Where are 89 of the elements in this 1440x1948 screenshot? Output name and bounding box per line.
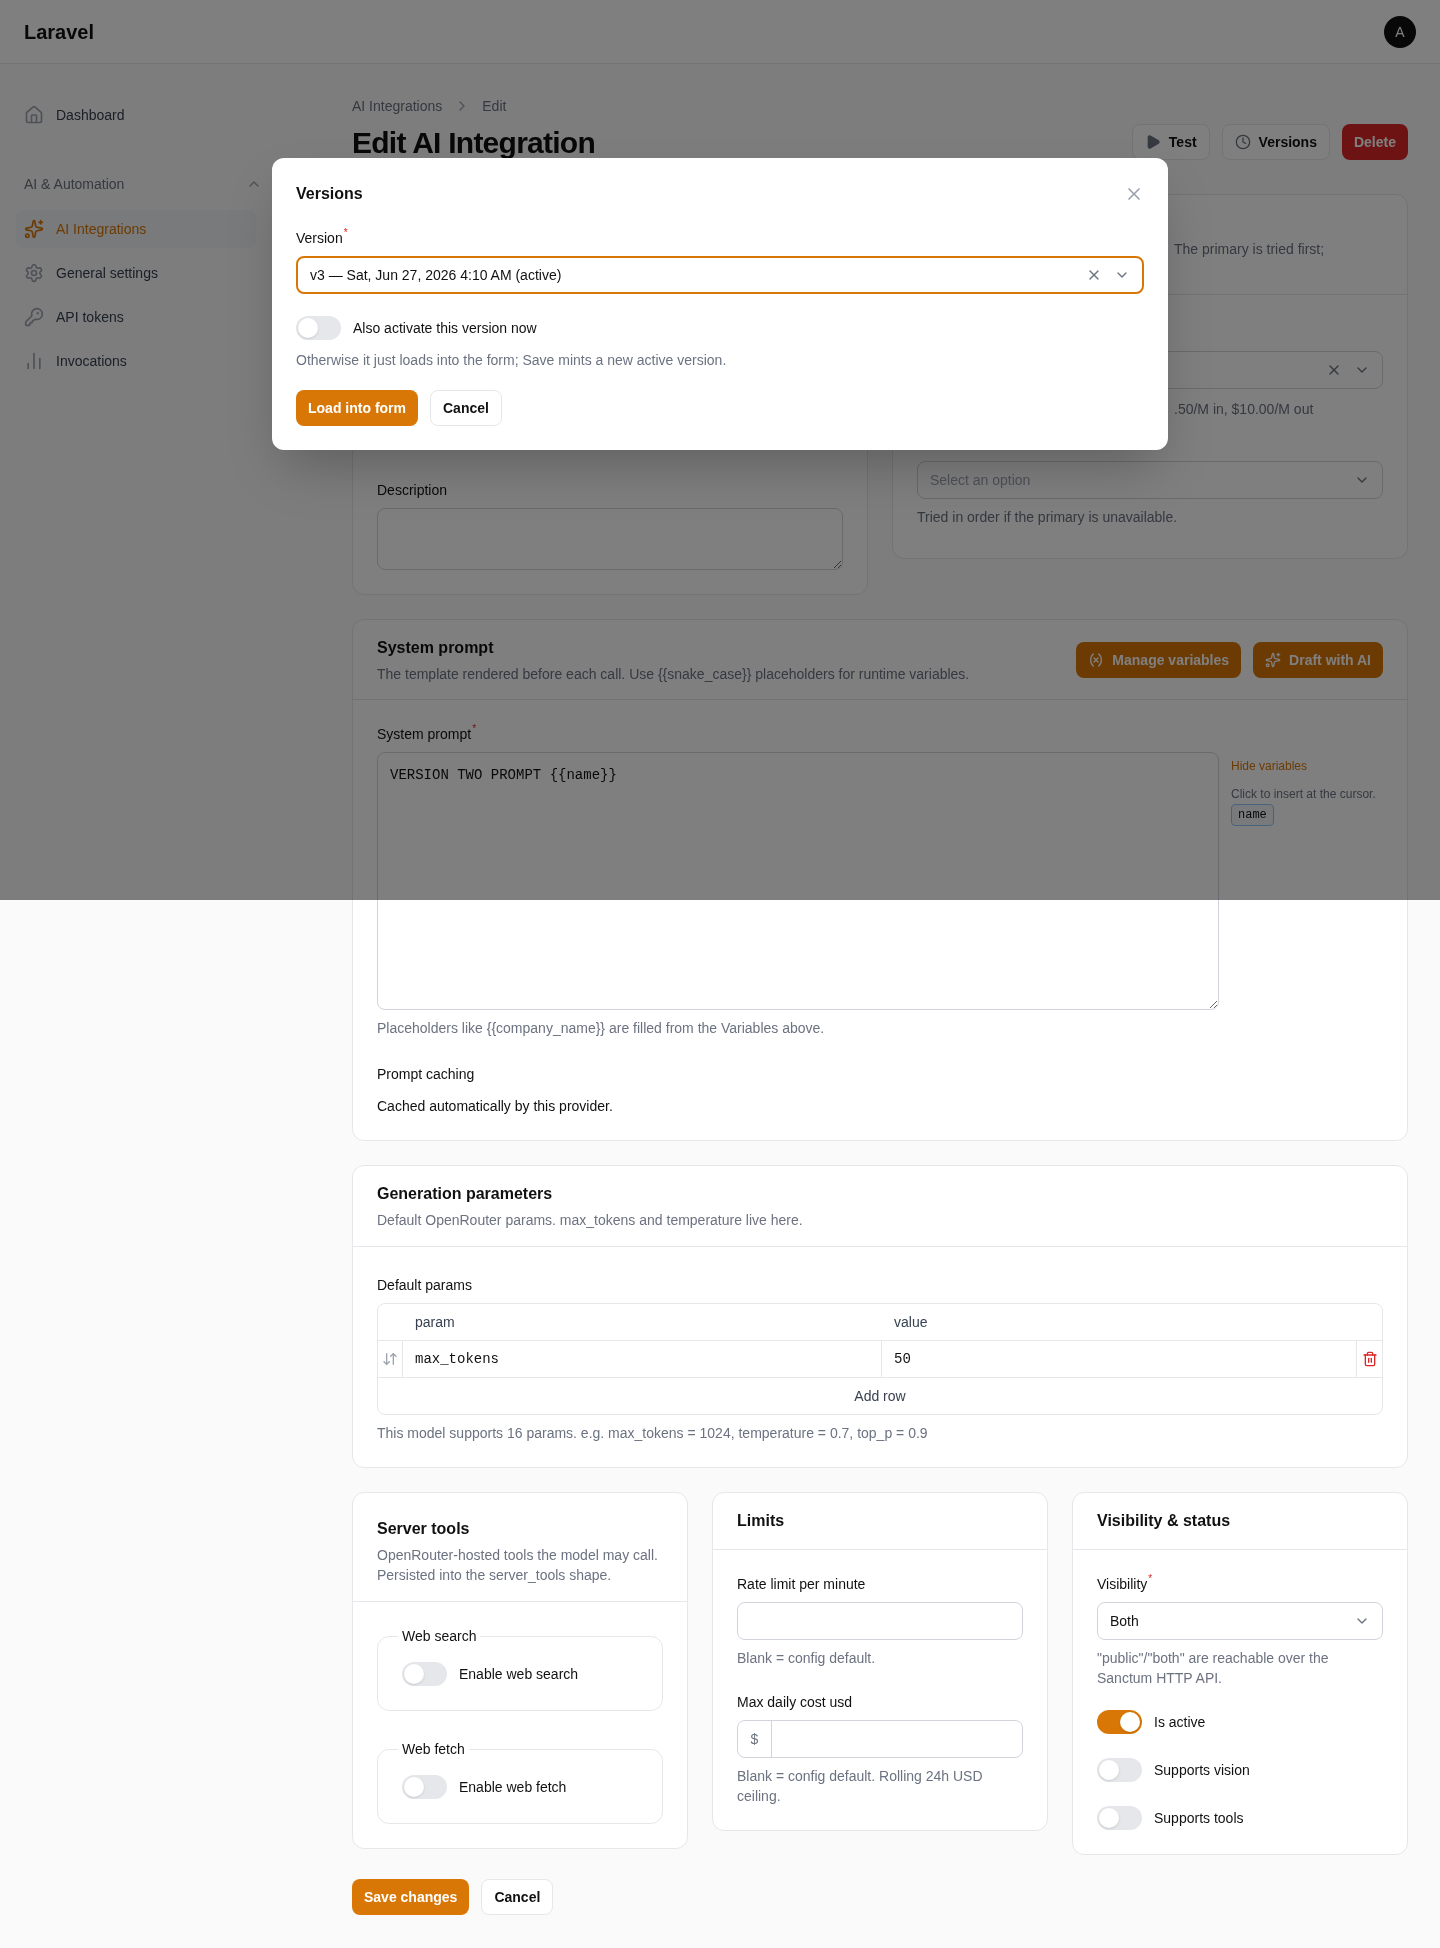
caching-text: Cached automatically by this provider. [377,1097,614,1116]
home-icon [24,105,44,125]
required-mark: * [472,724,477,734]
toggle-label: Enable web fetch [459,1778,567,1797]
field-hint: "public"/"both" are reachable over the Sanctum HTTP API. [1097,1649,1330,1688]
sidebar-item[interactable]: General settings [16,254,256,292]
field-label: System prompt [377,725,472,744]
toggle-switch[interactable] [402,1662,447,1686]
card-title: System prompt [377,637,495,658]
currency-prefix: $ [738,1721,772,1757]
toggle-switch[interactable] [402,1775,447,1799]
column-header: value [893,1313,929,1332]
field-label: Version [296,229,343,248]
gear-icon [24,263,44,283]
field-label: Rate limit per minute [737,1575,866,1594]
cancel-button[interactable]: Cancel [430,390,502,426]
sparkles-icon [24,219,44,239]
toggle-label: Is active [1154,1713,1206,1732]
hide-variables-link[interactable]: Hide variables [1231,758,1308,774]
toggle-switch[interactable] [1097,1758,1142,1782]
cost-field[interactable]: $ [737,1720,1023,1758]
fieldset-legend: Web fetch [398,1739,469,1759]
card-title: Visibility & status [1097,1511,1231,1531]
toggle-switch[interactable] [1097,1806,1142,1830]
avatar[interactable]: A [1384,15,1416,48]
cancel-button[interactable]: Cancel [481,1879,554,1915]
description-field[interactable] [377,508,843,570]
bar-chart-icon [24,351,44,371]
add-row-button[interactable]: Add row [378,1378,1382,1414]
dialog-title: Versions [296,184,363,204]
toggle-label: Also activate this version now [353,319,537,338]
rate-limit-field[interactable] [737,1602,1023,1640]
required-mark: * [343,228,348,238]
save-button[interactable]: Save changes [352,1879,470,1915]
field-label: Visibility [1097,1575,1148,1594]
card-description: The template rendered before each call. Use {{snake_case}} placeholders for runtime variables. [377,664,970,684]
field-label: Default params [377,1276,472,1295]
sidebar-item[interactable]: Invocations [16,342,256,380]
key-icon [24,307,44,327]
sidebar-item[interactable]: AI Integrations [16,210,256,248]
reorder-icon[interactable] [382,1351,398,1367]
toggle-label: Enable web search [459,1665,579,1684]
sidebar-item[interactable]: API tokens [16,298,256,336]
toolbar-button[interactable]: Versions [1221,124,1330,160]
delete-button[interactable]: Delete [1341,124,1408,160]
table-cell[interactable]: max_tokens [403,1341,882,1377]
toggle-switch[interactable] [1097,1710,1142,1734]
field-hint: Tried in order if the primary is unavailable. [917,508,1179,527]
variables-hint: Click to insert at the cursor. [1231,786,1376,802]
card-description: Default OpenRouter params. max_tokens and temperature live here. [377,1211,804,1230]
sparkles-icon [1265,651,1282,668]
required-mark: * [1148,1574,1153,1584]
breadcrumb-link[interactable]: Edit [482,96,507,116]
variable-chip[interactable]: name [1231,804,1274,826]
field-hint: Blank = config default. [737,1649,877,1668]
system-prompt-field[interactable]: VERSION TWO PROMPT {{name}} [377,752,1219,1010]
card-description: The primary is tried first; [1174,241,1325,257]
field-hint: This model supports 16 params. e.g. max_tokens = 1024, temperature = 0.7, top_p = 0.9 [377,1424,929,1443]
breadcrumb-link[interactable]: AI Integrations [352,96,443,116]
version-select[interactable]: v3 — Sat, Jun 27, 2026 4:10 AM (active) [296,256,1144,294]
toggle-label: Supports vision [1154,1761,1250,1780]
pricing-text: .50/M in, $10.00/M out [1174,401,1314,417]
manage-variables-button[interactable]: Manage variables [1076,641,1242,678]
column-header: param [414,1313,456,1332]
sidebar-group-title: AI & Automation [24,175,125,194]
draft-with-ai-button[interactable]: Draft with AI [1253,641,1383,678]
table-cell[interactable]: 50 [882,1341,1357,1377]
variable-icon [1088,651,1105,668]
fieldset-legend: Web search [398,1626,481,1646]
trash-icon[interactable] [1361,1351,1378,1367]
field-label: Max daily cost usd [737,1693,853,1712]
page-title: Edit AI Integration [352,124,595,161]
toolbar-button[interactable]: Test [1131,124,1210,160]
field-hint: Placeholders like {{company_name}} are filled from the Variables above. [377,1019,826,1038]
card-description: OpenRouter-hosted tools the model may call. Persisted into the server_tools shape. [377,1546,659,1585]
card-title: Server tools [377,1519,471,1539]
visibility-select[interactable]: Both [1097,1602,1383,1640]
card-title: Limits [737,1511,785,1531]
card-title: Generation parameters [377,1184,554,1204]
field-label: Description [377,481,448,500]
sidebar-item[interactable]: Dashboard [16,96,256,134]
toggle-label: Supports tools [1154,1809,1244,1828]
field-hint: Blank = config default. Rolling 24h USD ceiling. [737,1767,984,1806]
field-label: Prompt caching [377,1065,476,1084]
toggle-switch[interactable] [296,316,341,340]
clock-icon [1234,134,1251,150]
brand-name: Laravel [24,19,95,45]
load-into-form-button[interactable]: Load into form [296,390,418,426]
dialog-hint: Otherwise it just loads into the form; Save mints a new active version. [296,351,728,370]
